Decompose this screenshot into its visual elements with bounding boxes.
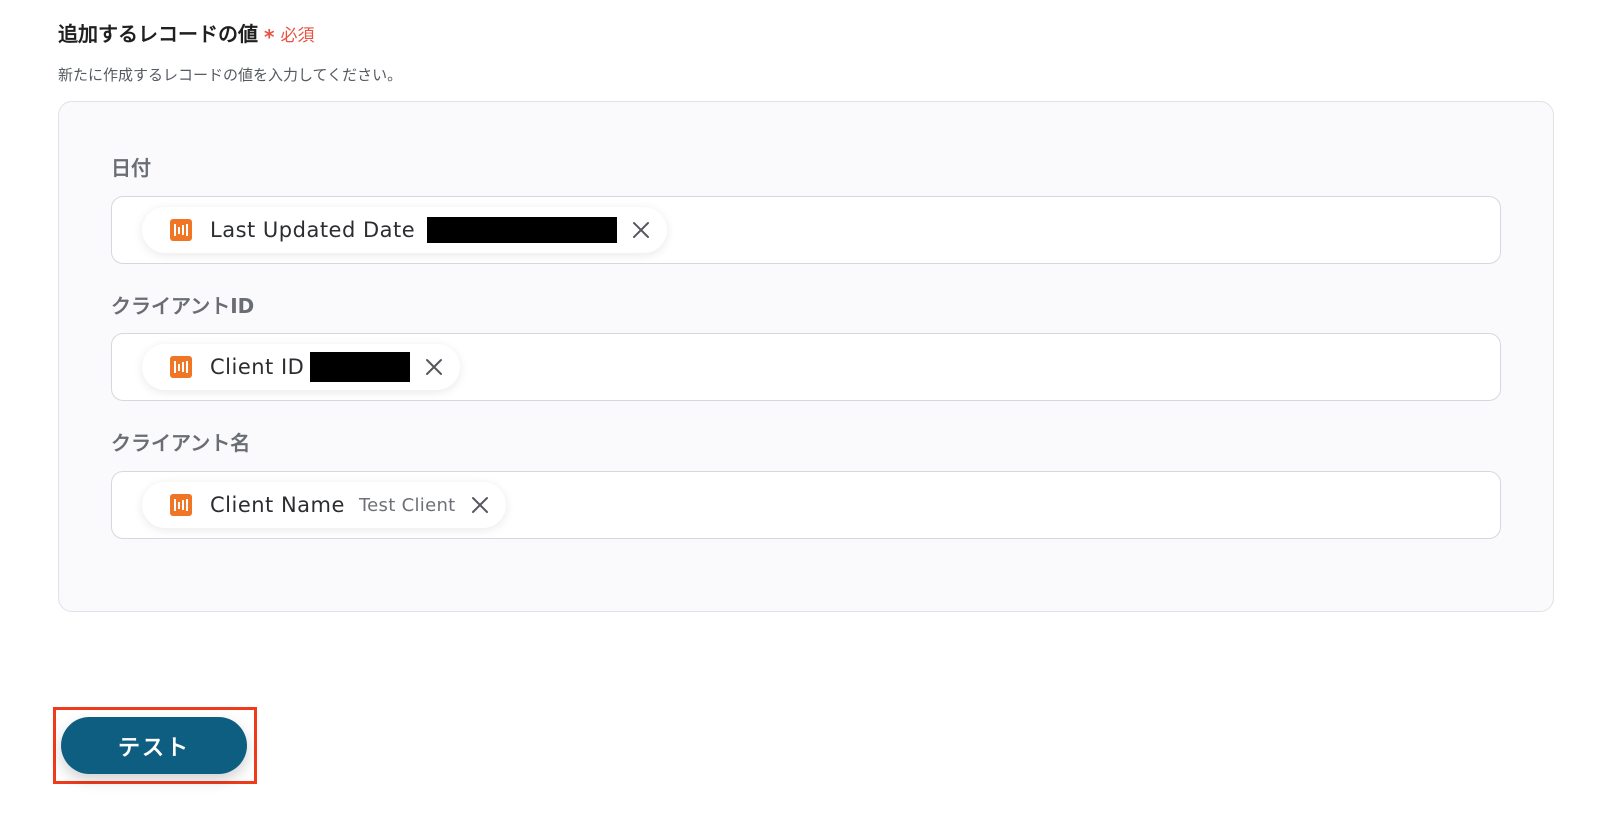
required-label: 必須: [280, 26, 315, 46]
record-values-panel: 日付 Last Updated Date クライアントID Client ID …: [58, 101, 1554, 612]
close-icon[interactable]: [422, 355, 446, 379]
section-description: 新たに作成するレコードの値を入力してください。: [58, 66, 403, 84]
chip-label: Client Name: [210, 493, 345, 517]
record-values-form: 追加するレコードの値 * 必須 新たに作成するレコードの値を入力してください。 …: [0, 0, 1600, 827]
field-label-client-name: クライアント名: [111, 431, 251, 455]
required-asterisk: *: [264, 25, 275, 49]
app-logo-icon: [170, 356, 192, 378]
app-logo-icon: [170, 494, 192, 516]
client-name-field[interactable]: Client Name Test Client: [111, 471, 1501, 539]
field-label-date: 日付: [111, 156, 151, 180]
app-logo-icon: [170, 219, 192, 241]
chip-value: Test Client: [358, 494, 456, 516]
close-icon[interactable]: [468, 493, 492, 517]
variable-chip-client-name[interactable]: Client Name Test Client: [142, 482, 506, 528]
date-field[interactable]: Last Updated Date: [111, 196, 1501, 264]
redacted-value: [427, 217, 618, 243]
chip-label: Client ID: [210, 355, 305, 379]
variable-chip-last-updated-date[interactable]: Last Updated Date: [142, 207, 668, 253]
field-label-client-id: クライアントID: [111, 294, 255, 318]
variable-chip-client-id[interactable]: Client ID: [142, 344, 461, 390]
section-header: 追加するレコードの値 * 必須: [58, 18, 315, 49]
redacted-value: [310, 352, 411, 382]
test-button[interactable]: テスト: [61, 717, 247, 774]
section-title: 追加するレコードの値: [58, 22, 258, 46]
chip-label: Last Updated Date: [210, 218, 416, 242]
close-icon[interactable]: [629, 218, 653, 242]
client-id-field[interactable]: Client ID: [111, 333, 1501, 401]
